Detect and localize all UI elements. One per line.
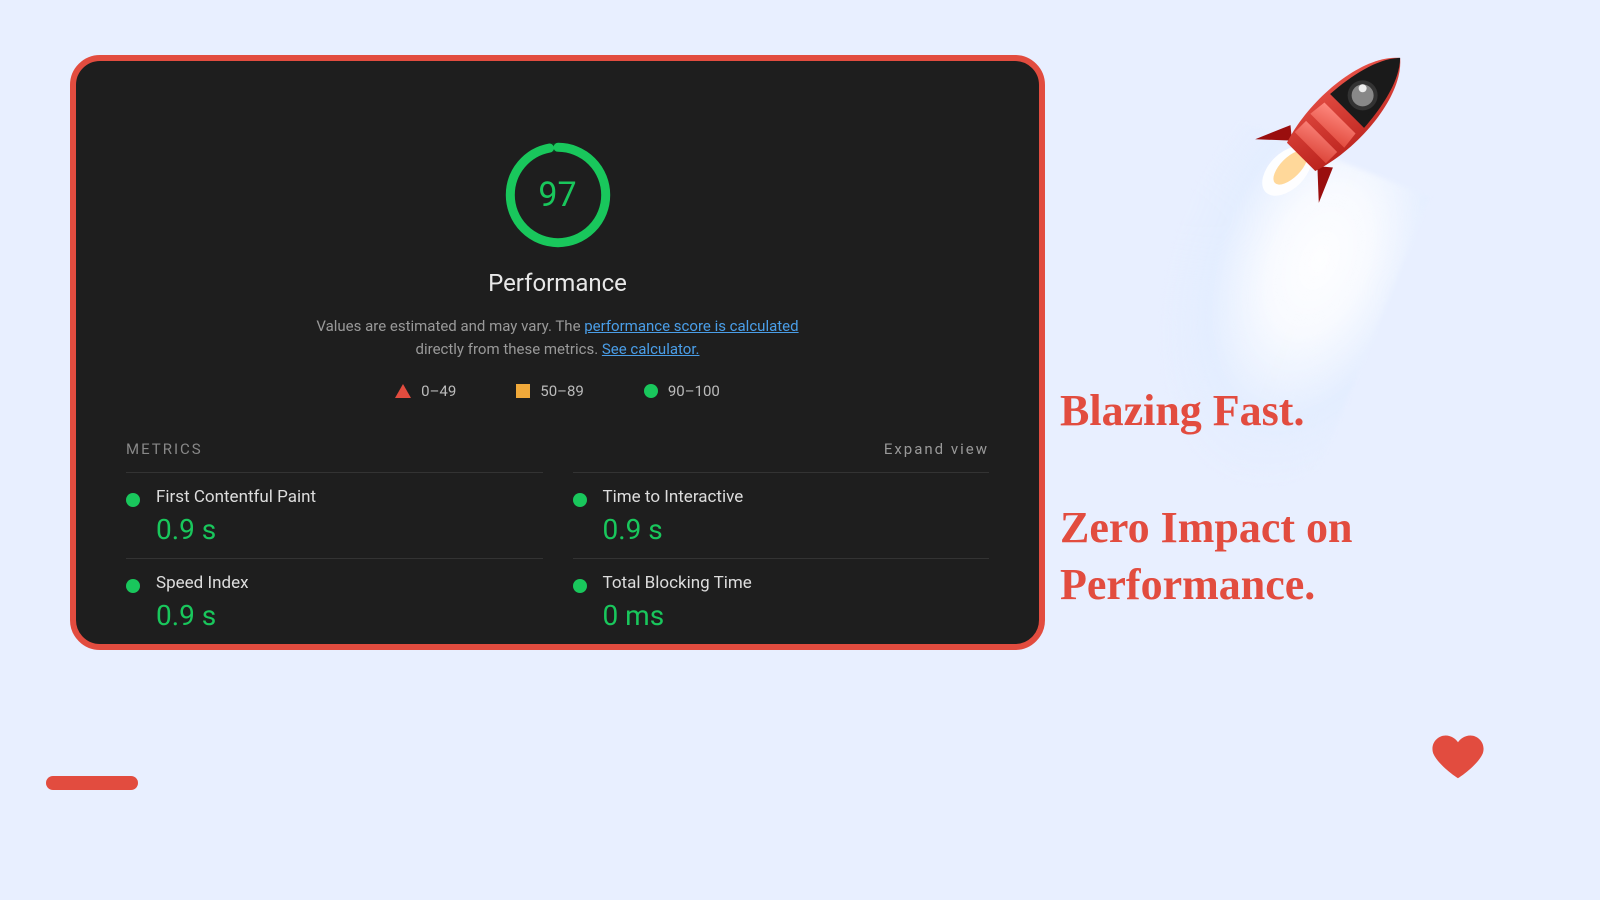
score-legend: 0–49 50–89 90–100: [126, 382, 989, 400]
panel-subtext: Values are estimated and may vary. The p…: [308, 315, 808, 360]
rocket-icon: [1240, 18, 1440, 218]
panel-title: Performance: [126, 269, 989, 297]
legend-high: 90–100: [668, 382, 720, 400]
metric-row: Total Blocking Time 0 ms: [573, 558, 990, 644]
expand-view-button[interactable]: Expand view: [884, 440, 989, 458]
marketing-line2: Zero Impact on Performance.: [1060, 499, 1420, 613]
status-dot-icon: [573, 493, 587, 507]
score-value: 97: [504, 141, 612, 249]
triangle-icon: [395, 384, 411, 398]
performance-panel: 97 Performance Values are estimated and …: [70, 55, 1045, 650]
see-calculator-link[interactable]: See calculator.: [602, 340, 700, 358]
metric-name: First Contentful Paint: [156, 487, 543, 507]
metric-name: Time to Interactive: [603, 487, 990, 507]
circle-icon: [644, 384, 658, 398]
score-calc-link[interactable]: performance score is calculated: [584, 317, 798, 335]
metric-row: Cumulative Layout Shift: [573, 644, 990, 650]
accent-pill: [46, 776, 138, 790]
heart-icon: [1431, 731, 1485, 785]
metric-value: 0.9 s: [603, 513, 990, 546]
metric-value: 0 ms: [603, 599, 990, 632]
metric-row: First Contentful Paint 0.9 s: [126, 472, 543, 558]
square-icon: [516, 384, 530, 398]
legend-mid: 50–89: [540, 382, 584, 400]
metric-row: Largest Contentful Paint: [126, 644, 543, 650]
status-dot-icon: [573, 579, 587, 593]
metric-value: 0.9 s: [156, 513, 543, 546]
metric-name: Speed Index: [156, 573, 543, 593]
subtext-mid: directly from these metrics.: [416, 340, 602, 358]
marketing-line1: Blazing Fast.: [1060, 382, 1420, 439]
metric-row: Speed Index 0.9 s: [126, 558, 543, 644]
marketing-copy: Blazing Fast. Zero Impact on Performance…: [1060, 382, 1420, 614]
metrics-heading: METRICS: [126, 440, 203, 458]
score-gauge: 97: [504, 141, 612, 249]
status-dot-icon: [126, 493, 140, 507]
metric-name: Total Blocking Time: [603, 573, 990, 593]
subtext-prefix: Values are estimated and may vary. The: [316, 317, 584, 335]
status-dot-icon: [126, 579, 140, 593]
metric-row: Time to Interactive 0.9 s: [573, 472, 990, 558]
legend-low: 0–49: [421, 382, 456, 400]
metric-value: 0.9 s: [156, 599, 543, 632]
